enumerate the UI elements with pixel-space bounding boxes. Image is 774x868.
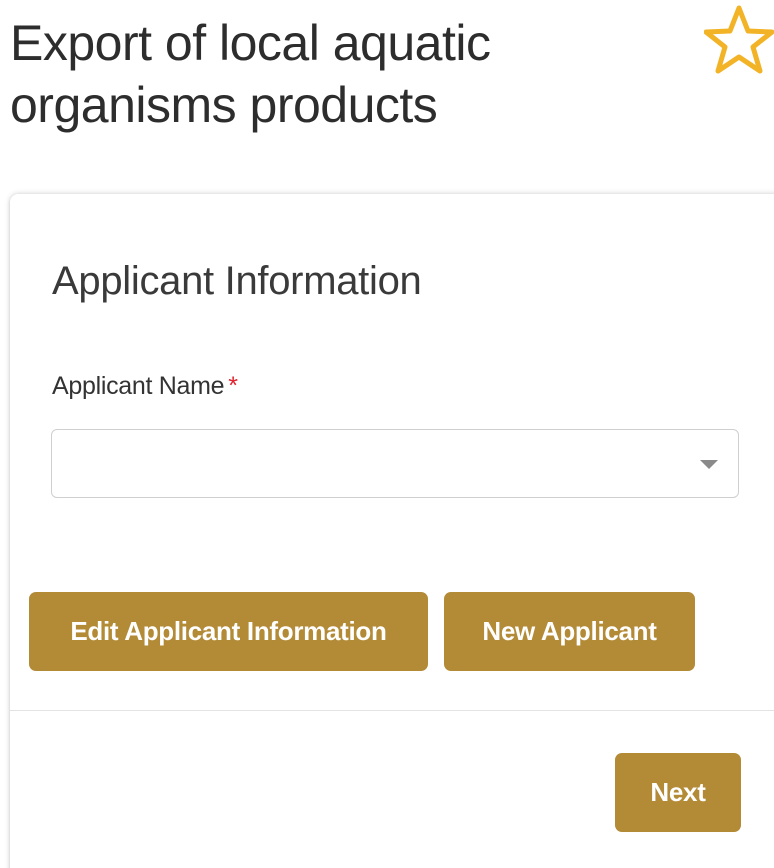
dropdown-caret-icon[interactable] <box>700 460 718 469</box>
new-applicant-button[interactable]: New Applicant <box>444 592 695 671</box>
applicant-name-select[interactable] <box>51 429 739 498</box>
edit-applicant-information-button[interactable]: Edit Applicant Information <box>29 592 428 671</box>
star-outline-icon <box>703 5 774 74</box>
page-title-line-2: organisms products <box>10 77 438 133</box>
card-divider <box>10 710 774 711</box>
section-title: Applicant Information <box>52 259 422 303</box>
applicant-name-label-text: Applicant Name <box>52 372 225 400</box>
favorite-star-icon[interactable] <box>703 4 774 76</box>
required-marker: * <box>228 372 238 400</box>
applicant-form-card: Applicant Information Applicant Name * Ed… <box>10 194 774 868</box>
page-title-line-1: Export of local aquatic <box>10 15 491 71</box>
applicant-name-label: Applicant Name * <box>52 370 238 402</box>
page: Export of local aquatic organisms product… <box>0 0 774 868</box>
next-button[interactable]: Next <box>615 753 741 832</box>
page-title: Export of local aquatic organisms product… <box>10 12 650 136</box>
